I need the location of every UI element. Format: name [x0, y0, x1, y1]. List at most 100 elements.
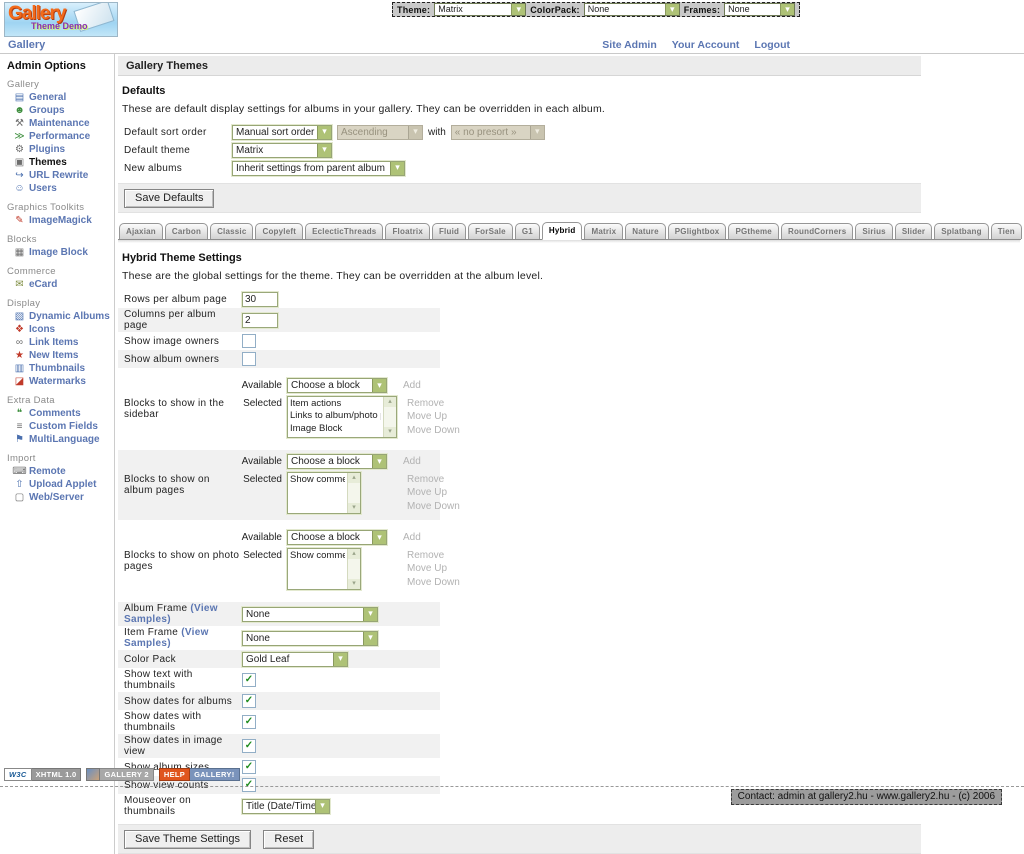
photo-blocks-selected-listbox[interactable]: Show comments — [287, 548, 361, 590]
new-albums-select[interactable]: Inherit settings from parent album — [232, 161, 405, 176]
sidebar-item-general[interactable]: ▤ General — [12, 92, 114, 103]
tab-pglightbox[interactable]: PGlightbox — [668, 223, 727, 239]
move-down-action[interactable]: Move Down — [407, 424, 460, 438]
scrollbar[interactable] — [347, 549, 360, 589]
sidebar-item-dynamic-albums[interactable]: ▧ Dynamic Albums — [12, 311, 114, 322]
show-image-owners-checkbox[interactable] — [242, 334, 256, 348]
scroll-down-icon[interactable] — [384, 427, 396, 437]
remove-action[interactable]: Remove — [407, 549, 460, 563]
show-dates-image-view-checkbox[interactable] — [242, 739, 256, 753]
scroll-down-icon[interactable] — [348, 579, 360, 589]
move-down-action[interactable]: Move Down — [407, 500, 460, 514]
tab-hybrid[interactable]: Hybrid — [542, 222, 583, 240]
move-up-action[interactable]: Move Up — [407, 410, 460, 424]
item-frame-select[interactable]: None — [242, 631, 378, 646]
scroll-up-icon[interactable] — [348, 473, 360, 483]
sidebar-item-performance[interactable]: ≫ Performance — [12, 131, 114, 142]
tab-sirius[interactable]: Sirius — [855, 223, 892, 239]
help-gallery-badge[interactable]: HELP GALLERY! — [159, 768, 240, 781]
color-pack-select[interactable]: Gold Leaf — [242, 652, 348, 667]
columns-per-page-input[interactable] — [242, 313, 278, 328]
show-album-owners-checkbox[interactable] — [242, 352, 256, 366]
listbox-item[interactable]: Show comments — [290, 550, 345, 562]
rows-per-page-input[interactable] — [242, 292, 278, 307]
your-account-link[interactable]: Your Account — [672, 39, 740, 51]
tab-splatbang[interactable]: Splatbang — [934, 223, 988, 239]
theme-select[interactable]: Matrix — [434, 3, 526, 16]
sidebar-item-themes[interactable]: ▣ Themes — [12, 157, 114, 168]
sidebar-item-multilanguage[interactable]: ⚑ MultiLanguage — [12, 434, 114, 445]
tab-copyleft[interactable]: Copyleft — [255, 223, 303, 239]
tab-matrix[interactable]: Matrix — [584, 223, 623, 239]
listbox-item[interactable]: Show comments — [290, 474, 345, 486]
show-text-thumbnails-checkbox[interactable] — [242, 673, 256, 687]
sidebar-item-icons[interactable]: ❖ Icons — [12, 324, 114, 335]
site-admin-link[interactable]: Site Admin — [602, 39, 656, 51]
sidebar-item-remote[interactable]: ⌨ Remote — [12, 466, 114, 477]
w3c-xhtml-badge[interactable]: W3C XHTML 1.0 — [4, 768, 81, 781]
listbox-item[interactable]: Links to album/photo peers — [290, 410, 381, 422]
sidebar-item-image-block[interactable]: ▦ Image Block — [12, 247, 114, 258]
scroll-up-icon[interactable] — [348, 549, 360, 559]
tab-eclecticthreads[interactable]: EclecticThreads — [305, 223, 383, 239]
sidebar-blocks-available-select[interactable]: Choose a block — [287, 378, 387, 393]
add-action[interactable]: Add — [403, 380, 421, 391]
show-dates-albums-checkbox[interactable] — [242, 694, 256, 708]
listbox-item[interactable]: Item actions — [290, 398, 381, 410]
save-theme-settings-button[interactable]: Save Theme Settings — [124, 830, 251, 849]
tab-nature[interactable]: Nature — [625, 223, 666, 239]
move-up-action[interactable]: Move Up — [407, 486, 460, 500]
frames-select[interactable]: None — [724, 3, 795, 16]
tab-fluid[interactable]: Fluid — [432, 223, 466, 239]
album-frame-select[interactable]: None — [242, 607, 378, 622]
scroll-up-icon[interactable] — [384, 397, 396, 407]
sidebar-item-users[interactable]: ☺ Users — [12, 183, 114, 194]
gallery2-badge[interactable]: GALLERY 2 — [86, 768, 153, 781]
sidebar-blocks-selected-listbox[interactable]: Item actions Links to album/photo peers … — [287, 396, 397, 438]
sidebar-item-imagemagick[interactable]: ✎ ImageMagick — [12, 215, 114, 226]
logout-link[interactable]: Logout — [754, 39, 790, 51]
move-down-action[interactable]: Move Down — [407, 576, 460, 590]
photo-blocks-available-select[interactable]: Choose a block — [287, 530, 387, 545]
add-action[interactable]: Add — [403, 532, 421, 543]
breadcrumb[interactable]: Gallery — [8, 39, 45, 51]
sidebar-item-groups[interactable]: ☻ Groups — [12, 105, 114, 116]
add-action[interactable]: Add — [403, 456, 421, 467]
sidebar-item-ecard[interactable]: ✉ eCard — [12, 279, 114, 290]
album-blocks-available-select[interactable]: Choose a block — [287, 454, 387, 469]
listbox-item[interactable]: Image Block — [290, 423, 381, 435]
tab-pgtheme[interactable]: PGtheme — [728, 223, 779, 239]
default-theme-select[interactable]: Matrix — [232, 143, 332, 158]
gallery-logo[interactable]: Gallery Theme Demo — [4, 2, 118, 37]
move-up-action[interactable]: Move Up — [407, 562, 460, 576]
tab-tien[interactable]: Tien — [991, 223, 1022, 239]
sidebar-item-link-items[interactable]: ∞ Link Items — [12, 337, 114, 348]
sidebar-item-comments[interactable]: ❝ Comments — [12, 408, 114, 419]
tab-forsale[interactable]: ForSale — [468, 223, 513, 239]
scrollbar[interactable] — [383, 397, 396, 437]
tab-roundcorners[interactable]: RoundCorners — [781, 223, 853, 239]
tab-carbon[interactable]: Carbon — [165, 223, 208, 239]
album-blocks-selected-listbox[interactable]: Show comments — [287, 472, 361, 514]
sidebar-item-custom-fields[interactable]: ≡ Custom Fields — [12, 421, 114, 432]
scroll-down-icon[interactable] — [348, 503, 360, 513]
remove-action[interactable]: Remove — [407, 473, 460, 487]
tab-slider[interactable]: Slider — [895, 223, 932, 239]
tab-g1[interactable]: G1 — [515, 223, 540, 239]
sidebar-item-web-server[interactable]: ▢ Web/Server — [12, 492, 114, 503]
sidebar-item-upload-applet[interactable]: ⇧ Upload Applet — [12, 479, 114, 490]
sidebar-item-new-items[interactable]: ★ New Items — [12, 350, 114, 361]
remove-action[interactable]: Remove — [407, 397, 460, 411]
sidebar-item-thumbnails[interactable]: ▥ Thumbnails — [12, 363, 114, 374]
save-defaults-button[interactable]: Save Defaults — [124, 189, 214, 208]
reset-button[interactable]: Reset — [263, 830, 314, 849]
show-dates-thumbnails-checkbox[interactable] — [242, 715, 256, 729]
sidebar-item-plugins[interactable]: ⚙ Plugins — [12, 144, 114, 155]
tab-ajaxian[interactable]: Ajaxian — [119, 223, 163, 239]
tab-floatrix[interactable]: Floatrix — [385, 223, 430, 239]
tab-classic[interactable]: Classic — [210, 223, 253, 239]
sidebar-item-watermarks[interactable]: ◪ Watermarks — [12, 376, 114, 387]
default-sort-order-select[interactable]: Manual sort order — [232, 125, 332, 140]
sidebar-item-maintenance[interactable]: ⚒ Maintenance — [12, 118, 114, 129]
colorpack-select[interactable]: None — [584, 3, 680, 16]
